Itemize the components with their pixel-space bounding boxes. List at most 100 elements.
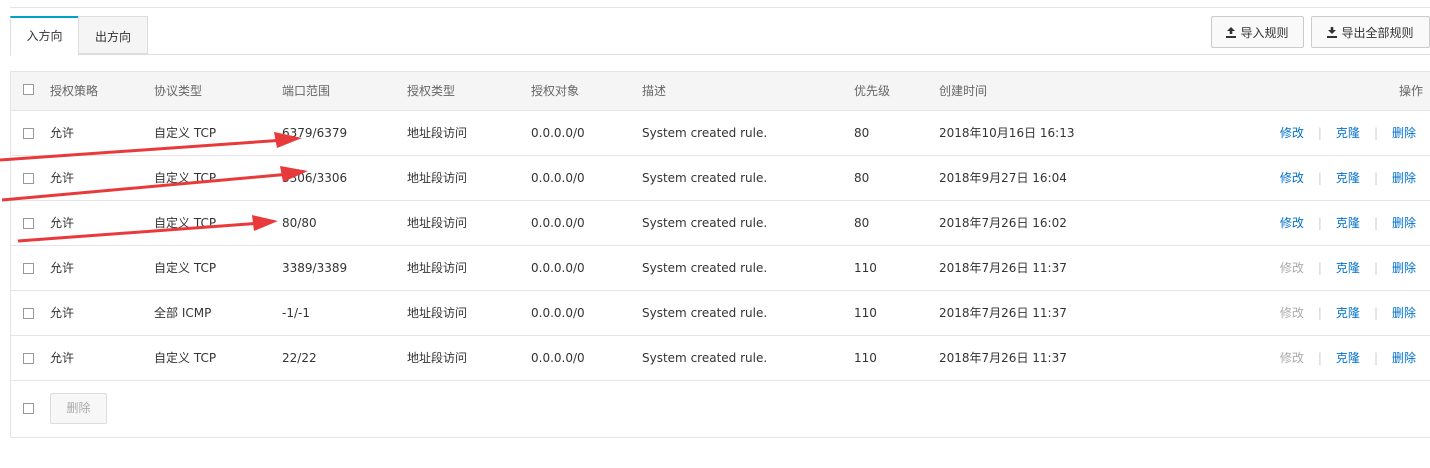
tab-inbound[interactable]: 入方向 [10, 16, 79, 56]
table-row: 允许 全部 ICMP -1/-1 地址段访问 0.0.0.0/0 System creat… [11, 291, 1430, 336]
cell-port-range: -1/-1 [282, 306, 310, 320]
import-rules-label: 导入规则 [1240, 25, 1289, 40]
cell-description: System created rule. [642, 216, 768, 230]
row-checkbox[interactable] [23, 263, 34, 274]
op-separator: | [1373, 306, 1378, 320]
modify-link[interactable]: 修改 [1280, 111, 1304, 155]
header-description: 描述 [642, 84, 667, 98]
op-separator: | [1317, 306, 1322, 320]
header-auth-type: 授权类型 [407, 84, 456, 98]
op-separator: | [1373, 216, 1378, 230]
header-protocol: 协议类型 [154, 84, 203, 98]
clone-link[interactable]: 克隆 [1336, 291, 1360, 335]
op-separator: | [1317, 126, 1322, 140]
cell-created-time: 2018年7月26日 11:37 [939, 351, 1067, 365]
security-rules-table: 授权策略 协议类型 端口范围 授权类型 授权对象 描述 优先级 创建时间 操作 … [10, 71, 1430, 438]
batch-delete-button[interactable]: 删除 [50, 393, 107, 424]
modify-link[interactable]: 修改 [1280, 201, 1304, 245]
cell-priority: 80 [854, 171, 870, 185]
cell-auth-object: 0.0.0.0/0 [531, 306, 585, 320]
cell-action: 允许 [50, 126, 75, 140]
row-checkbox[interactable] [23, 218, 34, 229]
cell-action: 允许 [50, 306, 75, 320]
delete-link[interactable]: 删除 [1392, 201, 1416, 245]
cell-port-range: 6379/6379 [282, 126, 348, 140]
header-auth-object: 授权对象 [531, 84, 580, 98]
tab-outbound[interactable]: 出方向 [78, 16, 148, 54]
cell-protocol: 自定义 TCP [154, 261, 217, 275]
cell-action: 允许 [50, 261, 75, 275]
clone-link[interactable]: 克隆 [1336, 336, 1360, 380]
select-all-checkbox[interactable] [23, 84, 34, 95]
cell-auth-object: 0.0.0.0/0 [531, 216, 585, 230]
cell-created-time: 2018年7月26日 11:37 [939, 261, 1067, 275]
clone-link[interactable]: 克隆 [1336, 246, 1360, 290]
cell-description: System created rule. [642, 306, 768, 320]
delete-link[interactable]: 删除 [1392, 336, 1416, 380]
row-operations: 修改 | 克隆 | 删除 [1280, 111, 1416, 155]
row-operations: 修改 | 克隆 | 删除 [1280, 246, 1416, 290]
op-separator: | [1373, 171, 1378, 185]
cell-priority: 110 [854, 351, 877, 365]
row-checkbox[interactable] [23, 128, 34, 139]
clone-link[interactable]: 克隆 [1336, 201, 1360, 245]
table-row: 允许 自定义 TCP 6379/6379 地址段访问 0.0.0.0/0 System c… [11, 111, 1430, 156]
table-row: 允许 自定义 TCP 80/80 地址段访问 0.0.0.0/0 System creat… [11, 201, 1430, 246]
header-priority: 优先级 [854, 84, 891, 98]
footer-select-all-checkbox[interactable] [23, 403, 34, 414]
op-separator: | [1373, 351, 1378, 365]
delete-link[interactable]: 删除 [1392, 291, 1416, 335]
cell-priority: 80 [854, 126, 870, 140]
export-all-rules-label: 导出全部规则 [1341, 25, 1414, 40]
header-operations: 操作 [1398, 84, 1423, 98]
cell-created-time: 2018年7月26日 16:02 [939, 216, 1067, 230]
row-operations: 修改 | 克隆 | 删除 [1280, 336, 1416, 380]
modify-link: 修改 [1279, 351, 1304, 365]
cell-action: 允许 [50, 351, 75, 365]
cell-port-range: 3306/3306 [282, 171, 348, 185]
table-row: 允许 自定义 TCP 3306/3306 地址段访问 0.0.0.0/0 System c… [11, 156, 1430, 201]
cell-auth-object: 0.0.0.0/0 [531, 261, 585, 275]
top-divider [10, 7, 1430, 8]
cell-auth-type: 地址段访问 [407, 351, 468, 365]
cell-auth-type: 地址段访问 [407, 126, 468, 140]
cell-priority: 110 [854, 261, 877, 275]
op-separator: | [1373, 261, 1378, 275]
header-action: 授权策略 [50, 84, 99, 98]
clone-link[interactable]: 克隆 [1336, 111, 1360, 155]
tabs-baseline [10, 54, 1430, 55]
cell-protocol: 全部 ICMP [154, 306, 212, 320]
row-operations: 修改 | 克隆 | 删除 [1280, 156, 1416, 200]
import-rules-button[interactable]: 导入规则 [1211, 16, 1304, 48]
table-row: 允许 自定义 TCP 22/22 地址段访问 0.0.0.0/0 System creat… [11, 336, 1430, 381]
cell-created-time: 2018年10月16日 16:13 [939, 126, 1075, 140]
row-checkbox[interactable] [23, 173, 34, 184]
upload-icon [1226, 26, 1237, 38]
clone-link[interactable]: 克隆 [1336, 156, 1360, 200]
cell-protocol: 自定义 TCP [154, 216, 217, 230]
delete-link[interactable]: 删除 [1392, 246, 1416, 290]
cell-port-range: 22/22 [282, 351, 317, 365]
download-icon [1327, 26, 1338, 38]
table-header: 授权策略 协议类型 端口范围 授权类型 授权对象 描述 优先级 创建时间 操作 [11, 71, 1430, 111]
row-checkbox[interactable] [23, 353, 34, 364]
cell-auth-object: 0.0.0.0/0 [531, 351, 585, 365]
delete-link[interactable]: 删除 [1392, 156, 1416, 200]
op-separator: | [1317, 351, 1322, 365]
table-footer: 删除 [11, 381, 1430, 438]
row-checkbox[interactable] [23, 308, 34, 319]
modify-link[interactable]: 修改 [1280, 156, 1304, 200]
export-all-rules-button[interactable]: 导出全部规则 [1311, 16, 1430, 48]
cell-protocol: 自定义 TCP [154, 126, 217, 140]
cell-auth-type: 地址段访问 [407, 216, 468, 230]
delete-link[interactable]: 删除 [1392, 111, 1416, 155]
cell-created-time: 2018年7月26日 11:37 [939, 306, 1067, 320]
cell-protocol: 自定义 TCP [154, 171, 217, 185]
table-row: 允许 自定义 TCP 3389/3389 地址段访问 0.0.0.0/0 System c… [11, 246, 1430, 291]
op-separator: | [1373, 126, 1378, 140]
cell-auth-object: 0.0.0.0/0 [531, 171, 585, 185]
op-separator: | [1317, 171, 1322, 185]
cell-port-range: 3389/3389 [282, 261, 348, 275]
cell-description: System created rule. [642, 126, 768, 140]
cell-port-range: 80/80 [282, 216, 317, 230]
